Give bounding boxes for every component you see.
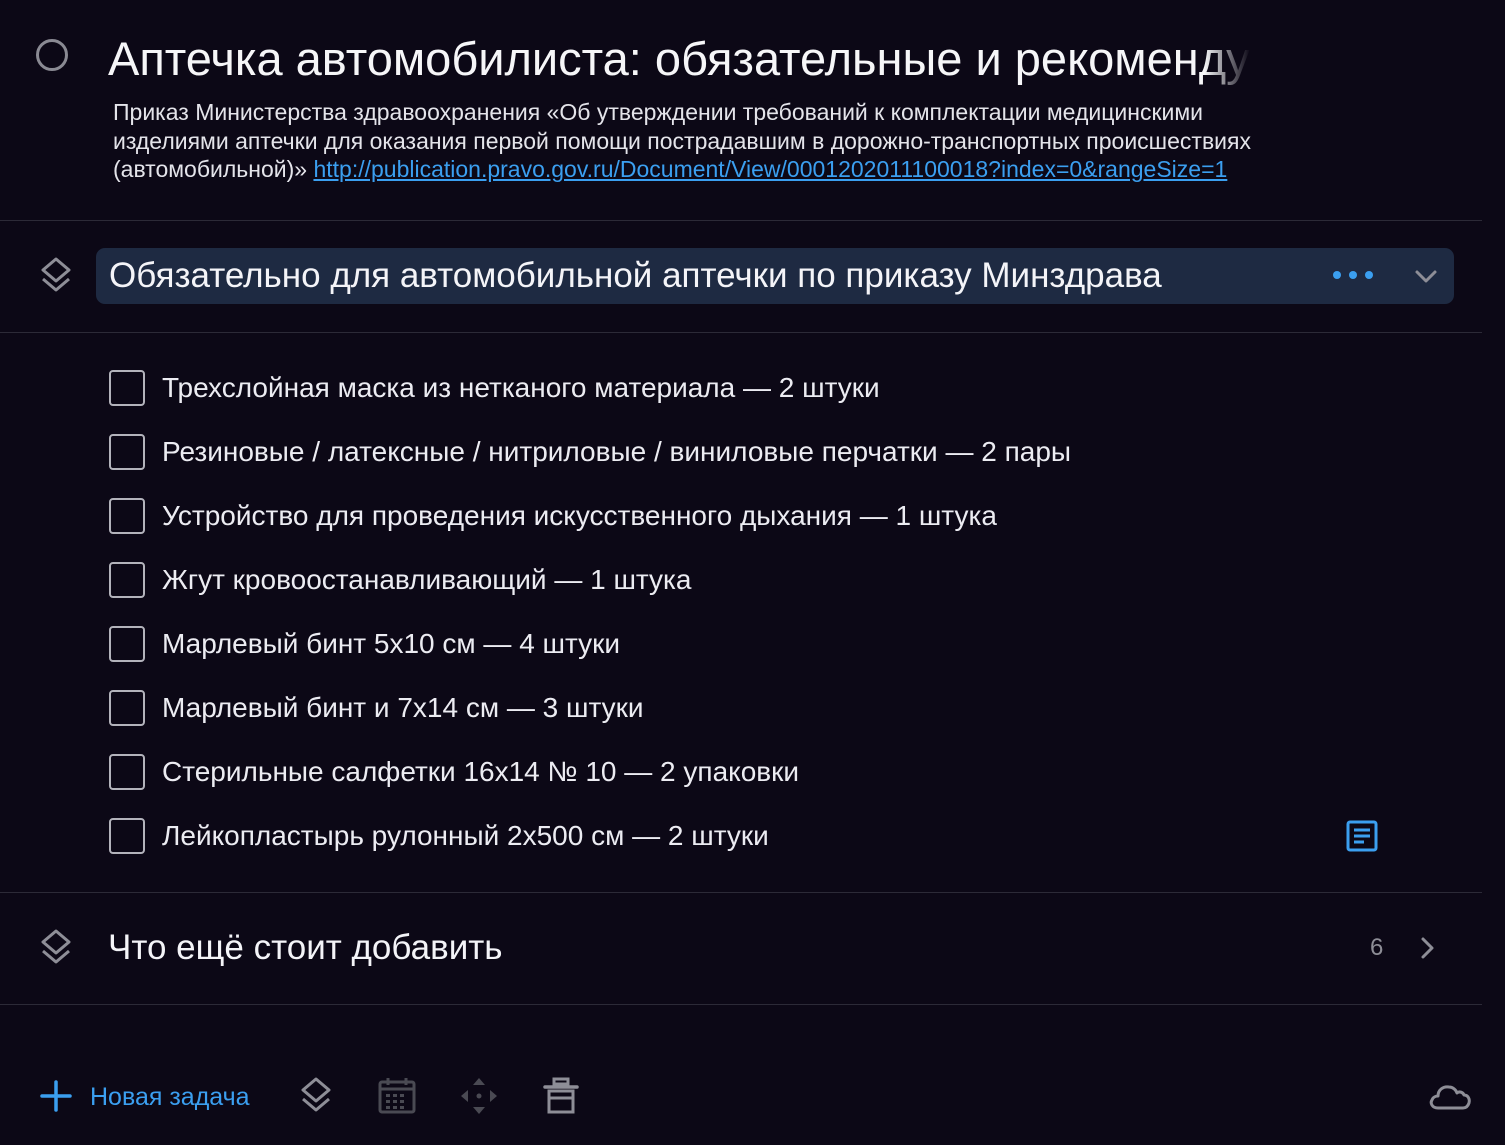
checkbox[interactable]	[109, 434, 145, 470]
notes-text-line: изделиями аптечки для оказания первой по…	[113, 127, 1251, 154]
checkbox[interactable]	[109, 690, 145, 726]
task-title[interactable]: Аптечка автомобилиста: обязательные и ре…	[108, 30, 1250, 88]
checklist-item[interactable]: Резиновые / латексные / нитриловые / вин…	[0, 420, 1482, 484]
cloud-icon[interactable]	[1428, 1076, 1472, 1116]
new-task-button[interactable]: Новая задача	[90, 1082, 250, 1112]
checkbox[interactable]	[109, 626, 145, 662]
checklist-item-label[interactable]: Резиновые / латексные / нитриловые / вин…	[162, 435, 1071, 469]
chevron-down-icon[interactable]	[1412, 262, 1440, 290]
checkbox[interactable]	[109, 370, 145, 406]
chevron-right-icon[interactable]	[1413, 934, 1441, 962]
checkbox[interactable]	[109, 562, 145, 598]
more-icon[interactable]	[1332, 264, 1374, 286]
heading-title[interactable]: Что ещё стоит добавить	[108, 927, 503, 969]
checklist-item[interactable]: Марлевый бинт 5х10 см — 4 штуки	[0, 612, 1482, 676]
checkbox[interactable]	[109, 498, 145, 534]
heading-title[interactable]: Обязательно для автомобильной аптечки по…	[109, 255, 1162, 297]
checklist-item-label[interactable]: Жгут кровоостанавливающий — 1 штука	[162, 563, 692, 597]
heading-icon	[41, 257, 71, 292]
checklist-item-label[interactable]: Марлевый бинт 5х10 см — 4 штуки	[162, 627, 620, 661]
checklist-item-label[interactable]: Марлевый бинт и 7х14 см — 3 штуки	[162, 691, 643, 725]
divider	[0, 332, 1482, 333]
divider	[0, 1004, 1482, 1005]
checklist: Трехслойная маска из нетканого материала…	[0, 356, 1482, 868]
trash-icon[interactable]	[541, 1076, 581, 1116]
checklist-item[interactable]: Жгут кровоостанавливающий — 1 штука	[0, 548, 1482, 612]
task-complete-circle-icon[interactable]	[36, 39, 68, 71]
bottom-toolbar: Новая задача	[0, 1062, 1505, 1132]
checklist-item[interactable]: Марлевый бинт и 7х14 см — 3 штуки	[0, 676, 1482, 740]
heading-item-count: 6	[1370, 934, 1384, 961]
calendar-icon	[378, 1078, 416, 1114]
checkbox[interactable]	[109, 818, 145, 854]
notes-text-line: (автомобильной)»	[113, 156, 314, 182]
divider	[0, 220, 1482, 221]
heading-icon[interactable]	[296, 1076, 336, 1116]
checklist-item-label[interactable]: Устройство для проведения искусственного…	[162, 499, 997, 533]
checkbox[interactable]	[109, 754, 145, 790]
divider	[0, 892, 1482, 893]
checklist-item[interactable]: Лейкопластырь рулонный 2х500 см — 2 штук…	[0, 804, 1482, 868]
heading-icon	[41, 929, 71, 964]
checklist-item-label[interactable]: Стерильные салфетки 16х14 № 10 — 2 упако…	[162, 755, 799, 789]
notes-link[interactable]: http://publication.pravo.gov.ru/Document…	[313, 156, 1227, 182]
heading-recommended[interactable]: Что ещё стоит добавить 6	[0, 920, 1482, 976]
checklist-item[interactable]: Стерильные салфетки 16х14 № 10 — 2 упако…	[0, 740, 1482, 804]
notes-text-line: Приказ Министерства здравоохранения «Об …	[113, 99, 1204, 125]
checklist-item-label[interactable]: Лейкопластырь рулонный 2х500 см — 2 штук…	[162, 819, 769, 853]
note-icon[interactable]	[1345, 819, 1379, 853]
plus-icon[interactable]	[38, 1078, 74, 1114]
checklist-item[interactable]: Устройство для проведения искусственного…	[0, 484, 1482, 548]
move-icon	[461, 1078, 497, 1114]
task-notes[interactable]: Приказ Министерства здравоохранения «Об …	[113, 98, 1395, 188]
heading-mandatory: Обязательно для автомобильной аптечки по…	[0, 248, 1482, 304]
heading-highlight[interactable]: Обязательно для автомобильной аптечки по…	[96, 248, 1454, 304]
checklist-item[interactable]: Трехслойная маска из нетканого материала…	[0, 356, 1482, 420]
task-header: Аптечка автомобилиста: обязательные и ре…	[0, 0, 1505, 220]
checklist-item-label[interactable]: Трехслойная маска из нетканого материала…	[162, 371, 880, 405]
